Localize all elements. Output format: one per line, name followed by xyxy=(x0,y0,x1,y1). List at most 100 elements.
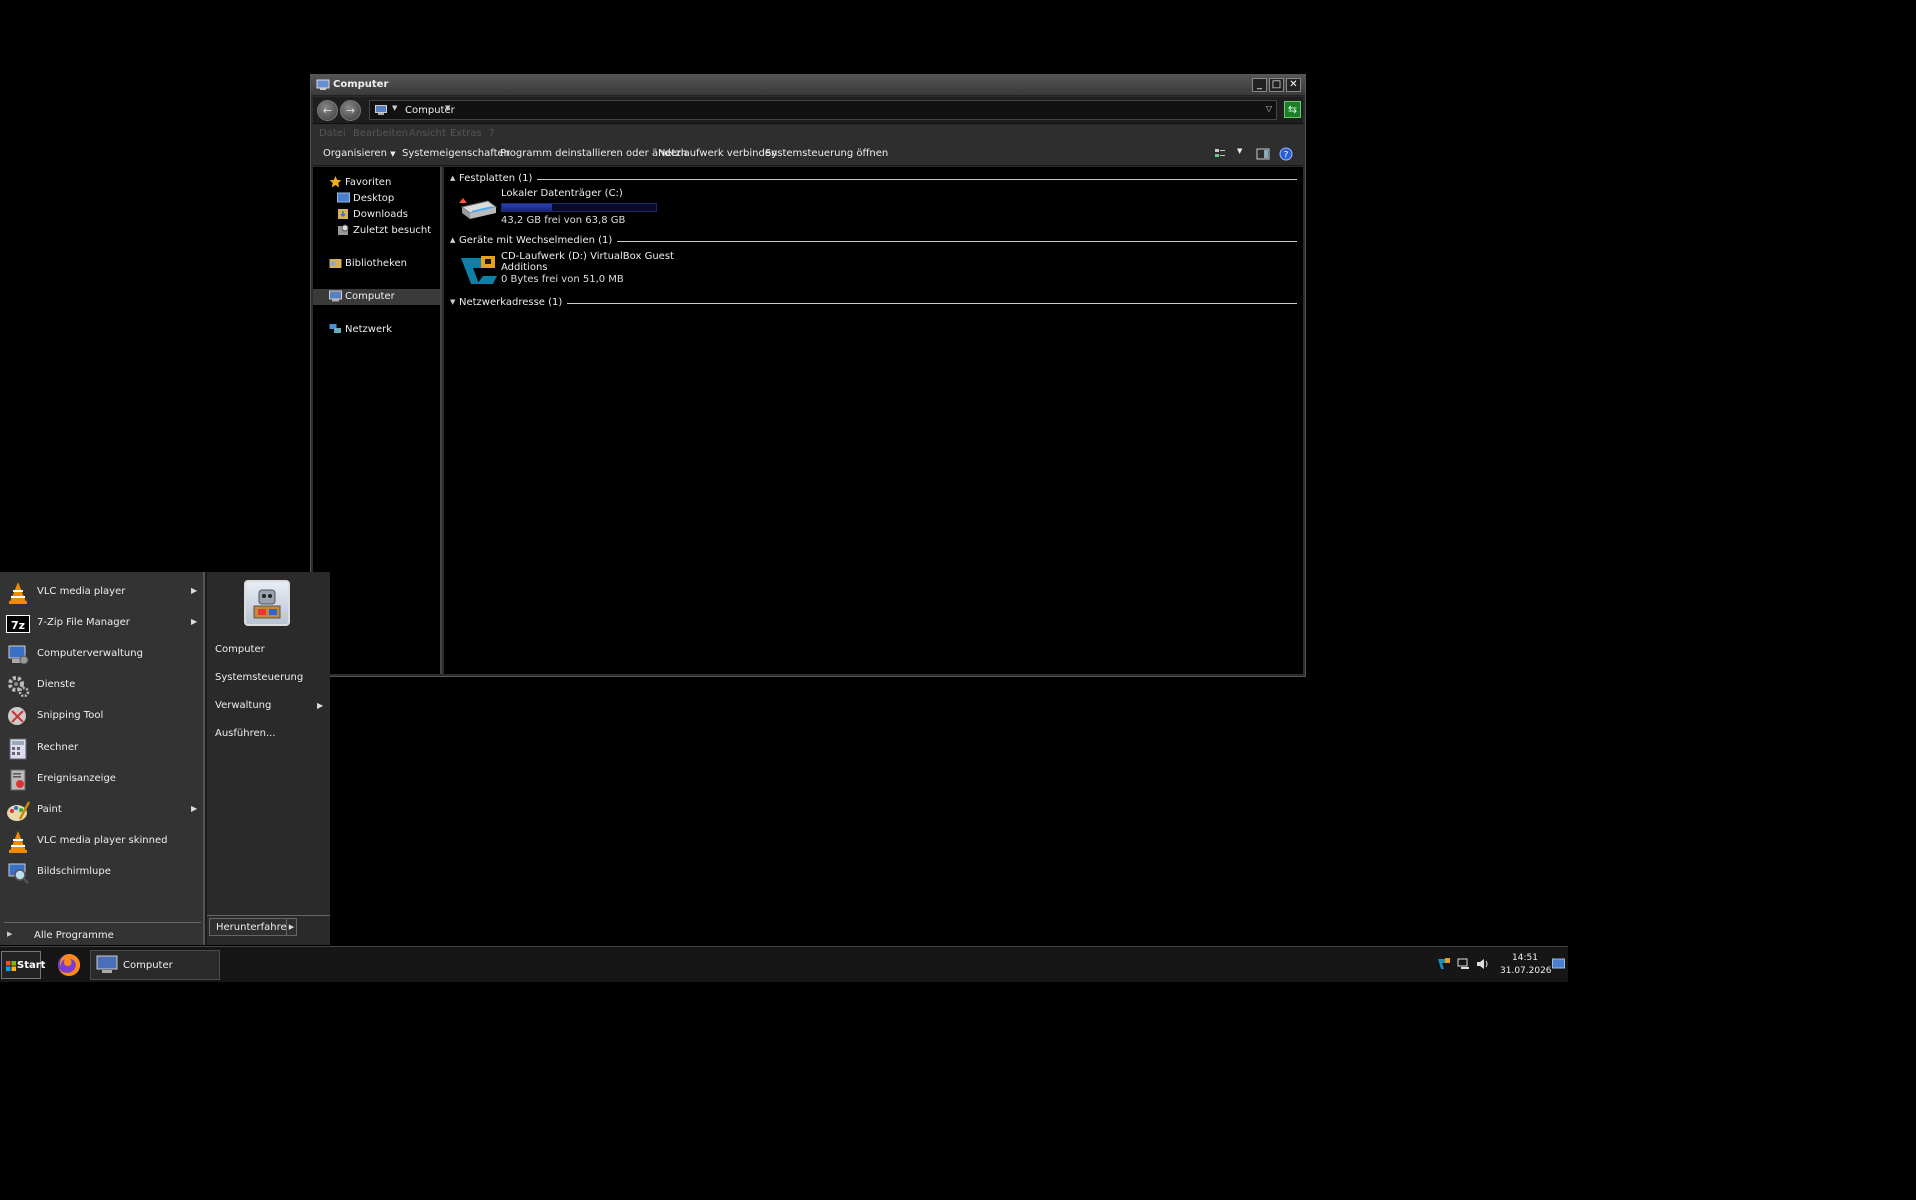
chevron-right-icon: ▶ xyxy=(7,930,13,938)
taskbar-window-computer[interactable]: Computer xyxy=(90,950,220,980)
virtualbox-tray-icon[interactable] xyxy=(1437,957,1451,971)
start-computer-link[interactable]: Computer xyxy=(215,644,265,655)
start-program-item[interactable]: Ereignisanzeige xyxy=(0,764,203,794)
group-title: Festplatten (1) xyxy=(459,173,538,184)
calculator-icon xyxy=(6,737,30,761)
start-control-panel-link[interactable]: Systemsteuerung xyxy=(215,672,303,683)
group-title: Geräte mit Wechselmedien (1) xyxy=(459,235,618,246)
shutdown-button[interactable]: Herunterfahren xyxy=(209,918,297,936)
7zip-icon: 7z xyxy=(6,612,30,636)
forward-button[interactable]: → xyxy=(340,100,361,121)
chevron-right-icon: ▶ xyxy=(191,617,198,627)
group-header-hard-disks[interactable]: ▲ Festplatten (1) xyxy=(448,172,1297,186)
minimize-button[interactable]: _ xyxy=(1252,78,1267,92)
collapse-triangle-icon[interactable]: ▲ xyxy=(450,174,455,182)
open-control-panel-button[interactable]: Systemsteuerung öffnen xyxy=(765,148,888,159)
start-program-item[interactable]: Bildschirmlupe xyxy=(0,857,203,887)
shutdown-options-button[interactable]: ▶ xyxy=(286,918,297,936)
nav-recent-label: Zuletzt besucht xyxy=(353,225,432,236)
star-icon xyxy=(329,176,342,188)
start-program-item[interactable]: Rechner xyxy=(0,733,203,763)
clock-date[interactable]: 31.07.2026 xyxy=(1500,966,1552,976)
map-network-drive-button[interactable]: Netzlaufwerk verbinden xyxy=(658,148,777,159)
nav-network-label: Netzwerk xyxy=(345,324,393,335)
drive-c-item[interactable]: Lokaler Datenträger (C:) 43,2 GB frei vo… xyxy=(452,188,662,227)
menu-help[interactable]: ? xyxy=(489,128,494,139)
start-run-link[interactable]: Ausführen... xyxy=(215,728,276,739)
taskbar-window-label: Computer xyxy=(123,960,173,971)
virtualbox-cd-icon xyxy=(461,256,497,284)
start-program-item[interactable]: VLC media player skinned xyxy=(0,826,203,856)
menu-view[interactable]: Ansicht xyxy=(409,128,446,139)
content-pane: ▲ Festplatten (1) Lokaler Datenträger (C… xyxy=(444,167,1303,674)
taskbar: Start Computer 14:51 31.07.2026 xyxy=(0,946,1568,982)
start-label: Start xyxy=(17,960,46,971)
nav-favorites-label: Favoriten xyxy=(345,177,392,188)
start-program-label: Rechner xyxy=(37,741,79,753)
start-program-item[interactable]: VLC media player ▶ xyxy=(0,577,203,607)
start-admin-tools-link[interactable]: Verwaltung ▶ xyxy=(215,700,327,714)
nav-libraries-label: Bibliotheken xyxy=(345,258,407,269)
start-program-item[interactable]: Paint ▶ xyxy=(0,795,203,825)
back-button[interactable]: ← xyxy=(317,100,338,121)
start-program-item[interactable]: 7z 7-Zip File Manager ▶ xyxy=(0,608,203,638)
refresh-button[interactable]: ⇆ xyxy=(1284,101,1301,118)
maximize-button[interactable]: □ xyxy=(1269,78,1284,92)
start-button[interactable]: Start xyxy=(1,951,45,979)
close-button[interactable]: ✕ xyxy=(1286,78,1301,92)
firefox-icon[interactable] xyxy=(55,951,83,979)
window-title: Computer xyxy=(333,79,389,90)
drive-c-usage-bar xyxy=(501,203,657,212)
view-options-dropdown-icon[interactable]: ▼ xyxy=(1237,147,1242,155)
group-title: Netzwerkadresse (1) xyxy=(459,297,568,308)
organize-button[interactable]: Organisieren ▼ xyxy=(323,148,396,159)
start-program-item[interactable]: Snipping Tool xyxy=(0,701,203,731)
libraries-icon xyxy=(329,259,342,268)
change-view-icon[interactable] xyxy=(1213,147,1227,161)
separator xyxy=(207,915,330,916)
address-bar: ← → ▼ Computer ▼ ▽ ⇆ xyxy=(313,97,1303,124)
start-program-label: Snipping Tool xyxy=(37,710,104,722)
system-properties-button[interactable]: Systemeigenschaften xyxy=(402,148,510,159)
group-divider xyxy=(459,303,1297,304)
nav-computer-label: Computer xyxy=(345,291,395,302)
drive-c-usage-fill xyxy=(502,204,552,211)
address-field[interactable]: ▼ Computer ▼ ▽ xyxy=(369,100,1277,120)
menu-edit[interactable]: Bearbeiten xyxy=(353,128,408,139)
chevron-down-icon: ▼ xyxy=(390,150,396,158)
svg-text:?: ? xyxy=(1284,151,1289,161)
chevron-down-icon[interactable]: ▼ xyxy=(445,104,450,112)
start-program-item[interactable]: Dienste xyxy=(0,670,203,700)
drive-d-item[interactable]: CD-Laufwerk (D:) VirtualBox Guest Additi… xyxy=(452,251,674,291)
chevron-down-icon[interactable]: ▼ xyxy=(392,104,397,112)
collapse-triangle-icon[interactable]: ▲ xyxy=(450,236,455,244)
vlc-icon xyxy=(6,581,30,605)
all-programs-button[interactable]: ▶ Alle Programme xyxy=(0,927,203,943)
show-desktop-icon[interactable] xyxy=(1552,958,1565,970)
group-header-removable[interactable]: ▲ Geräte mit Wechselmedien (1) xyxy=(448,234,1297,248)
services-gear-icon xyxy=(6,674,30,698)
explorer-window: Computer _ □ ✕ ← → ▼ Computer ▼ ▽ ⇆ Date… xyxy=(310,74,1306,677)
organize-label: Organisieren xyxy=(323,148,387,159)
title-bar[interactable]: Computer _ □ ✕ xyxy=(311,75,1305,96)
menu-tools[interactable]: Extras xyxy=(450,128,482,139)
help-icon[interactable]: ? xyxy=(1279,147,1293,161)
command-bar: Organisieren ▼ Systemeigenschaften Progr… xyxy=(313,142,1303,166)
clock-time[interactable]: 14:51 xyxy=(1512,953,1538,963)
preview-pane-icon[interactable] xyxy=(1256,147,1270,161)
volume-icon[interactable] xyxy=(1476,957,1490,971)
history-dropdown-icon[interactable]: ▽ xyxy=(1266,104,1272,113)
nav-desktop-label: Desktop xyxy=(353,193,395,204)
user-avatar[interactable] xyxy=(244,580,290,626)
expand-triangle-icon[interactable]: ▼ xyxy=(450,298,455,306)
start-program-label: VLC media player skinned xyxy=(37,834,168,846)
navigation-pane: Favoriten Desktop Downloads Zuletzt besu… xyxy=(313,167,442,674)
admin-tools-label: Verwaltung xyxy=(215,700,272,711)
group-header-network[interactable]: ▼ Netzwerkadresse (1) xyxy=(448,296,1297,310)
windows-logo-icon xyxy=(6,961,16,971)
computer-icon xyxy=(96,955,118,973)
start-program-item[interactable]: Computerverwaltung xyxy=(0,639,203,669)
start-menu-programs: VLC media player ▶ 7z 7-Zip File Manager ▶ Co… xyxy=(0,572,205,945)
menu-file[interactable]: Datei xyxy=(319,128,346,139)
network-tray-icon[interactable] xyxy=(1457,957,1471,971)
